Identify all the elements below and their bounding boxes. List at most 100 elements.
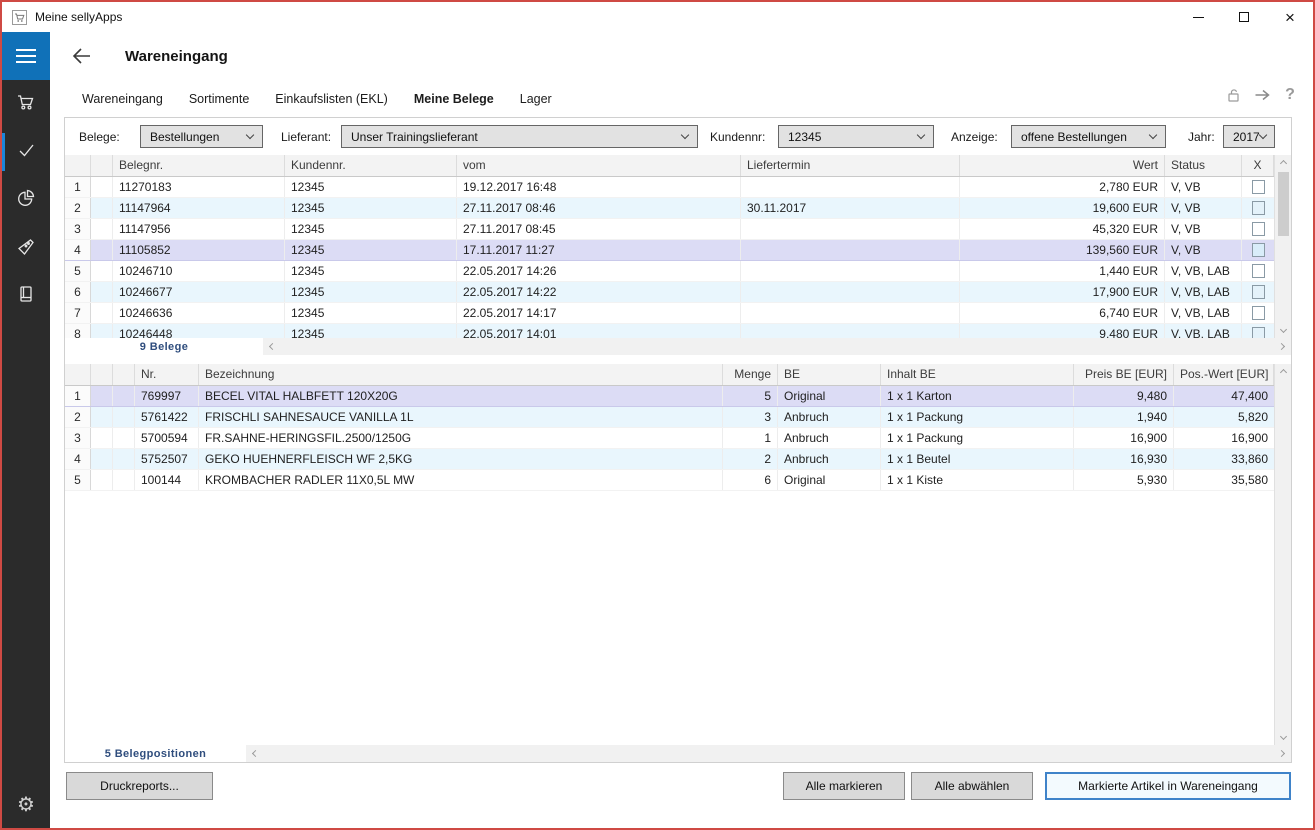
chevron-down-icon	[917, 131, 925, 139]
col-wert[interactable]: Wert	[960, 155, 1165, 176]
position-row[interactable]: 5100144KROMBACHER RADLER 11X0,5L MW6Orig…	[65, 470, 1274, 491]
belegnr-cell: 10246710	[113, 261, 285, 281]
wert-cell: 19,600 EUR	[960, 198, 1165, 218]
pos-wert-cell: 16,900	[1174, 428, 1274, 448]
col-inhalt-be[interactable]: Inhalt BE	[881, 364, 1074, 385]
wert-cell: 1,440 EUR	[960, 261, 1165, 281]
order-row[interactable]: 3111479561234527.11.2017 08:4545,320 EUR…	[65, 219, 1274, 240]
row-number: 5	[65, 261, 91, 281]
orders-vertical-scrollbar[interactable]	[1274, 155, 1291, 338]
positions-horizontal-scrollbar[interactable]	[246, 745, 1291, 762]
sidebar-item-reports[interactable]	[2, 176, 50, 224]
minimize-button[interactable]	[1175, 2, 1221, 32]
markierte-artikel-button[interactable]: Markierte Artikel in Wareneingang	[1045, 772, 1291, 800]
order-row[interactable]: 1112701831234519.12.2017 16:482,780 EURV…	[65, 177, 1274, 198]
order-row[interactable]: 6102466771234522.05.2017 14:2217,900 EUR…	[65, 282, 1274, 303]
tab-meine-belege[interactable]: Meine Belege	[414, 92, 494, 106]
col-menge[interactable]: Menge	[723, 364, 778, 385]
sidebar-item-catalog[interactable]	[2, 272, 50, 320]
maximize-button[interactable]	[1221, 2, 1267, 32]
unlock-button[interactable]	[1225, 86, 1243, 104]
tab-lager[interactable]: Lager	[520, 92, 552, 106]
tab-einkaufslisten[interactable]: Einkaufslisten (EKL)	[275, 92, 388, 106]
row-spacer	[91, 449, 113, 469]
row-checkbox[interactable]	[1252, 264, 1265, 278]
col-vom[interactable]: vom	[457, 155, 741, 176]
row-checkbox[interactable]	[1252, 285, 1265, 299]
kundennr-cell: 12345	[285, 240, 457, 260]
row-checkbox[interactable]	[1252, 327, 1265, 338]
row-spacer	[91, 428, 113, 448]
col-pos-wert[interactable]: Pos.-Wert [EUR]	[1174, 364, 1274, 385]
order-row[interactable]: 4111058521234517.11.2017 11:27139,560 EU…	[65, 240, 1274, 261]
status-cell: V, VB, LAB	[1165, 324, 1242, 338]
checkbox-cell	[1242, 324, 1274, 338]
belege-dropdown[interactable]: Bestellungen	[140, 125, 263, 148]
alle-markieren-button[interactable]: Alle markieren	[783, 772, 905, 800]
alle-abwaehlen-button[interactable]: Alle abwählen	[911, 772, 1033, 800]
position-row[interactable]: 45752507GEKO HUEHNERFLEISCH WF 2,5KG2Anb…	[65, 449, 1274, 470]
book-icon	[15, 283, 37, 310]
col-bezeichnung[interactable]: Bezeichnung	[199, 364, 723, 385]
vom-cell: 27.11.2017 08:45	[457, 219, 741, 239]
kundennr-dropdown[interactable]: 12345	[778, 125, 934, 148]
kundennr-cell: 12345	[285, 177, 457, 197]
be-cell: Anbruch	[778, 407, 881, 427]
tab-wareneingang[interactable]: Wareneingang	[82, 92, 163, 106]
col-be[interactable]: BE	[778, 364, 881, 385]
col-liefertermin[interactable]: Liefertermin	[741, 155, 960, 176]
druckreports-button[interactable]: Druckreports...	[66, 772, 213, 800]
row-number: 1	[65, 177, 91, 197]
col-preis-be[interactable]: Preis BE [EUR]	[1074, 364, 1174, 385]
position-row[interactable]: 25761422FRISCHLI SAHNESAUCE VANILLA 1L3A…	[65, 407, 1274, 428]
row-spacer	[113, 386, 135, 406]
help-button[interactable]: ?	[1281, 86, 1299, 104]
row-spacer	[113, 470, 135, 490]
positions-count-label: 5 Belegpositionen	[105, 748, 207, 760]
orders-horizontal-scrollbar[interactable]	[263, 338, 1291, 355]
order-row[interactable]: 5102467101234522.05.2017 14:261,440 EURV…	[65, 261, 1274, 282]
checkbox-cell	[1242, 240, 1274, 260]
order-row[interactable]: 2111479641234527.11.2017 08:4630.11.2017…	[65, 198, 1274, 219]
preis-be-cell: 5,930	[1074, 470, 1174, 490]
col-belegnr[interactable]: Belegnr.	[113, 155, 285, 176]
anzeige-dropdown[interactable]: offene Bestellungen	[1011, 125, 1166, 148]
col-status[interactable]: Status	[1165, 155, 1242, 176]
jahr-dropdown[interactable]: 2017	[1223, 125, 1275, 148]
row-checkbox[interactable]	[1252, 222, 1265, 236]
main-content: Wareneingang Wareneingang Sortimente Ein…	[50, 32, 1315, 828]
order-row[interactable]: 8102464481234522.05.2017 14:019,480 EURV…	[65, 324, 1274, 338]
col-x[interactable]: X	[1242, 155, 1274, 176]
sidebar-item-settings[interactable]: ⚙	[2, 780, 50, 828]
position-row[interactable]: 35700594FR.SAHNE-HERINGSFIL.2500/1250G1A…	[65, 428, 1274, 449]
row-spacer	[91, 240, 113, 260]
row-number: 2	[65, 407, 91, 427]
forward-button[interactable]	[1253, 86, 1271, 104]
positions-vertical-scrollbar[interactable]	[1274, 364, 1291, 745]
status-cell: V, VB	[1165, 198, 1242, 218]
position-row[interactable]: 1769997BECEL VITAL HALBFETT 120X20G5Orig…	[65, 386, 1274, 407]
scroll-thumb[interactable]	[1278, 172, 1289, 236]
sidebar-item-tasks[interactable]	[2, 128, 50, 176]
back-button[interactable]	[70, 45, 94, 67]
row-spacer	[113, 428, 135, 448]
lieferant-dropdown[interactable]: Unser Trainingslieferant	[341, 125, 698, 148]
hamburger-menu-button[interactable]	[2, 32, 50, 80]
row-checkbox[interactable]	[1252, 201, 1265, 215]
preis-be-cell: 1,940	[1074, 407, 1174, 427]
vom-cell: 22.05.2017 14:01	[457, 324, 741, 338]
artikelnr-cell: 100144	[135, 470, 199, 490]
tab-sortimente[interactable]: Sortimente	[189, 92, 249, 106]
wert-cell: 139,560 EUR	[960, 240, 1165, 260]
tag-icon	[15, 235, 37, 262]
scroll-left-icon	[269, 343, 276, 350]
row-checkbox[interactable]	[1252, 306, 1265, 320]
row-checkbox[interactable]	[1252, 243, 1265, 257]
row-checkbox[interactable]	[1252, 180, 1265, 194]
col-kundennr[interactable]: Kundennr.	[285, 155, 457, 176]
sidebar-item-cart[interactable]	[2, 80, 50, 128]
sidebar-item-offers[interactable]	[2, 224, 50, 272]
col-nr[interactable]: Nr.	[135, 364, 199, 385]
order-row[interactable]: 7102466361234522.05.2017 14:176,740 EURV…	[65, 303, 1274, 324]
close-button[interactable]: ×	[1267, 2, 1313, 32]
